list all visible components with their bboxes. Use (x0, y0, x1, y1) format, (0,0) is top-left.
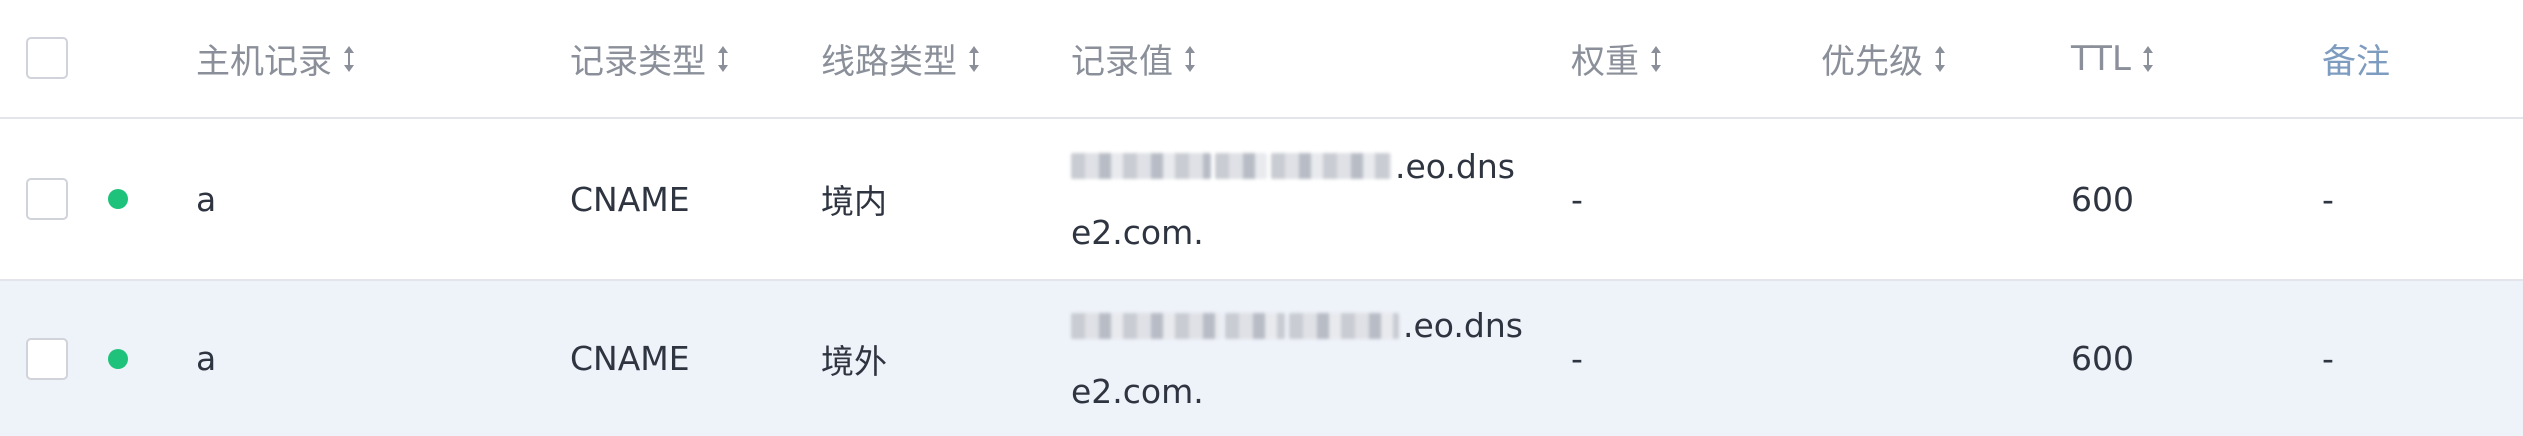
redacted-text (1225, 312, 1285, 339)
sort-icon[interactable] (2141, 44, 2155, 74)
redacted-text (1071, 312, 1221, 339)
host-record-cell: a (196, 179, 217, 219)
ttl-cell: 600 (2071, 339, 2134, 378)
record-value-cell: .eo.dns e2.com. (1071, 146, 1515, 252)
status-indicator (108, 189, 128, 209)
sort-icon[interactable] (967, 44, 981, 74)
weight-cell: - (1571, 339, 1583, 378)
line-type-cell: 境外 (821, 341, 887, 381)
host-record-cell: a (196, 339, 217, 378)
redacted-text (1215, 153, 1267, 179)
sort-icon[interactable] (342, 44, 356, 74)
status-indicator (108, 349, 128, 369)
select-all-checkbox[interactable] (26, 37, 68, 79)
sort-icon[interactable] (1933, 44, 1947, 74)
record-value-cell: .eo.dns e2.com. (1071, 306, 1523, 411)
column-header-record-value[interactable]: 记录值 (1071, 0, 1197, 117)
column-header-record-type[interactable]: 记录类型 (570, 0, 730, 117)
sort-icon[interactable] (1183, 44, 1197, 74)
sort-icon[interactable] (716, 44, 730, 74)
column-header-priority[interactable]: 优先级 (1821, 0, 1947, 117)
redacted-text (1071, 153, 1211, 179)
record-type-cell: CNAME (570, 339, 690, 378)
sort-icon[interactable] (1649, 44, 1663, 74)
table-row[interactable]: a CNAME 境内 .eo.dns e2.com. - 600 - (0, 119, 2523, 281)
note-cell: - (2322, 339, 2334, 378)
dns-records-table: 主机记录 记录类型 线路类型 记录值 权重 优先级 TTL 备注 a CNAME… (0, 0, 2523, 436)
record-type-cell: CNAME (570, 179, 690, 219)
column-header-host-record[interactable]: 主机记录 (196, 0, 356, 117)
table-row[interactable]: a CNAME 境外 .eo.dns e2.com. - 600 - (0, 281, 2523, 436)
row-checkbox[interactable] (26, 338, 68, 380)
table-header: 主机记录 记录类型 线路类型 记录值 权重 优先级 TTL 备注 (0, 0, 2523, 119)
column-header-line-type[interactable]: 线路类型 (821, 0, 981, 117)
column-header-note: 备注 (2322, 42, 2390, 82)
row-checkbox[interactable] (26, 178, 68, 220)
weight-cell: - (1571, 179, 1583, 219)
note-cell: - (2322, 179, 2334, 219)
column-header-ttl[interactable]: TTL (2071, 0, 2155, 117)
redacted-text (1271, 153, 1391, 179)
ttl-cell: 600 (2071, 179, 2134, 219)
redacted-text (1289, 312, 1399, 339)
line-type-cell: 境内 (821, 182, 887, 221)
column-header-weight[interactable]: 权重 (1571, 0, 1663, 117)
